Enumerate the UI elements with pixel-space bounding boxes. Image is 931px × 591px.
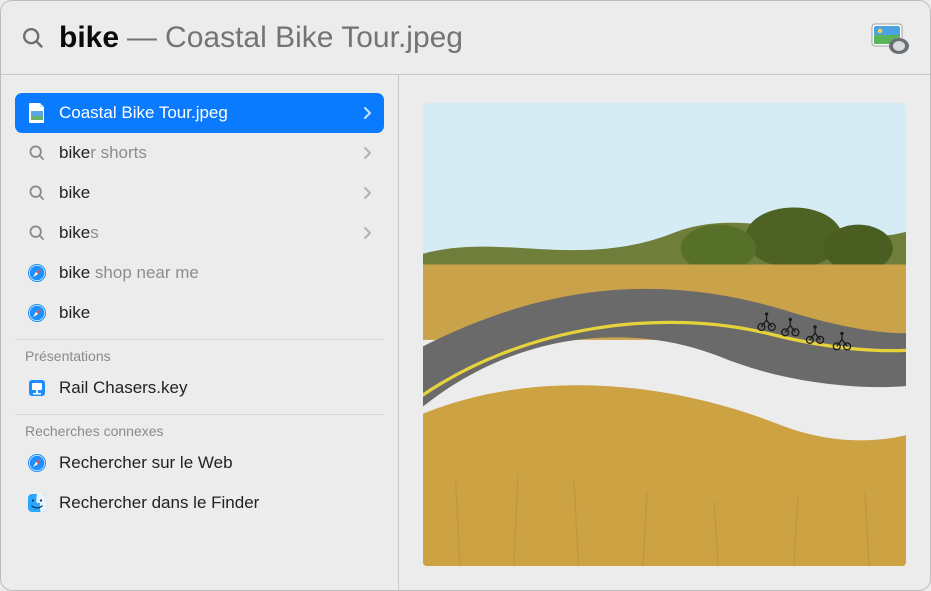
search-query-text: bike [59,21,119,55]
result-label: Rail Chasers.key [59,378,374,398]
chevron-right-icon [360,146,374,160]
search-top-hit-name: Coastal Bike Tour.jpeg [165,21,463,55]
jpeg-file-icon [25,101,49,125]
preview-image [423,103,906,566]
suggestion-row[interactable]: bike [15,293,384,333]
safari-icon [25,261,49,285]
suggestion-label: bike [59,303,374,323]
search-icon [25,221,49,245]
suggestion-label: biker shorts [59,143,360,163]
group-header-related-searches: Recherches connexes [15,414,384,443]
keynote-file-icon [25,376,49,400]
suggestion-label: bike shop near me [59,263,374,283]
preview-app-icon [868,16,912,60]
group-header-presentations: Présentations [15,339,384,368]
search-web-row[interactable]: Rechercher sur le Web [15,443,384,483]
safari-icon [25,451,49,475]
result-label: Rechercher sur le Web [59,453,374,473]
safari-icon [25,301,49,325]
finder-icon [25,491,49,515]
search-input[interactable]: bike — Coastal Bike Tour.jpeg [47,21,463,55]
suggestion-label: bike [59,183,360,203]
suggestion-row[interactable]: bike [15,173,384,213]
chevron-right-icon [360,226,374,240]
search-icon [19,24,47,52]
search-finder-row[interactable]: Rechercher dans le Finder [15,483,384,523]
suggestion-row[interactable]: bike shop near me [15,253,384,293]
chevron-right-icon [360,186,374,200]
suggestion-row[interactable]: bikes [15,213,384,253]
search-separator: — [119,21,165,55]
search-icon [25,181,49,205]
suggestion-row[interactable]: biker shorts [15,133,384,173]
top-hit-row[interactable]: Coastal Bike Tour.jpeg [15,93,384,133]
search-header: bike — Coastal Bike Tour.jpeg [1,1,930,75]
search-icon [25,141,49,165]
result-label: Rechercher dans le Finder [59,493,374,513]
preview-pane [399,75,930,590]
body: Coastal Bike Tour.jpeg biker shorts bike [1,75,930,590]
result-row-keynote[interactable]: Rail Chasers.key [15,368,384,408]
chevron-right-icon [360,106,374,120]
spotlight-window: bike — Coastal Bike Tour.jpeg [0,0,931,591]
results-sidebar[interactable]: Coastal Bike Tour.jpeg biker shorts bike [1,75,399,590]
suggestion-label: bikes [59,223,360,243]
top-hit-label: Coastal Bike Tour.jpeg [59,103,360,123]
